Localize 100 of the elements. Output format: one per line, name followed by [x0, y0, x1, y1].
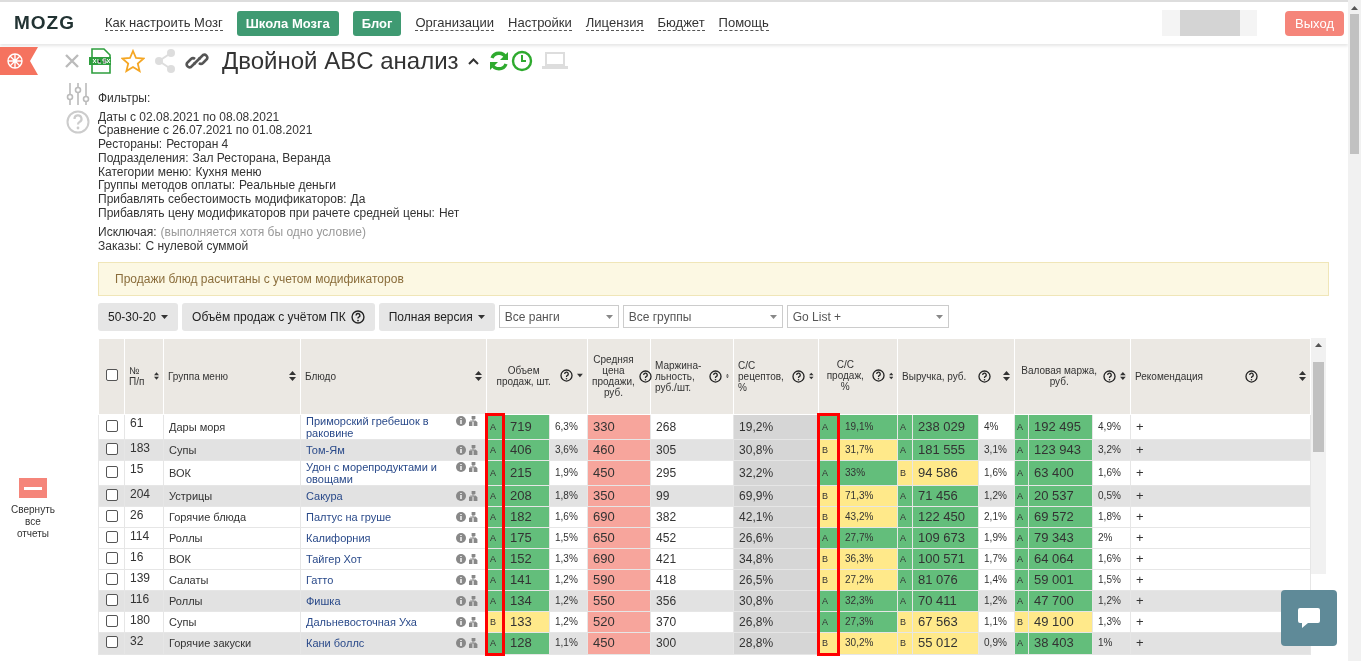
clock-icon[interactable] [510, 50, 533, 72]
column-header[interactable]: Объем продаж, шт. [486, 338, 588, 415]
hierarchy-icon[interactable] [469, 616, 480, 627]
dish-link[interactable]: Сакура [306, 489, 343, 502]
hierarchy-icon[interactable] [469, 553, 480, 564]
brain-tag-icon[interactable] [0, 47, 38, 75]
row-checkbox[interactable] [105, 442, 118, 455]
column-header[interactable]: Валовая маржа, руб. [1014, 338, 1131, 415]
dish-link[interactable]: Тайгер Хот [306, 552, 362, 565]
sort-icon[interactable] [475, 371, 482, 382]
collapse-button[interactable] [19, 478, 47, 498]
row-checkbox[interactable] [105, 572, 118, 585]
row-checkbox[interactable] [105, 551, 118, 564]
column-header[interactable]: С/С продаж, % [818, 338, 898, 415]
select-all-checkbox[interactable] [105, 369, 118, 382]
column-header[interactable]: Средняя цена продажи, руб. [587, 338, 651, 415]
scroll-thumb[interactable] [1350, 14, 1359, 154]
dish-link[interactable]: Гатто [306, 573, 334, 586]
hierarchy-icon[interactable] [469, 511, 480, 522]
margin-cell: 418 [650, 569, 734, 591]
help-icon[interactable] [871, 369, 885, 383]
help-icon[interactable] [350, 309, 365, 324]
row-checkbox[interactable] [105, 488, 118, 501]
select-field[interactable]: Go List + [786, 305, 949, 329]
sort-icon[interactable] [153, 371, 159, 382]
refresh-icon[interactable] [487, 50, 510, 72]
sort-descending-icon[interactable] [577, 373, 584, 379]
nav-link[interactable]: Организации [415, 15, 495, 31]
nav-link[interactable]: Бюджет [657, 15, 705, 31]
hierarchy-icon[interactable] [469, 574, 480, 585]
select-field[interactable]: Все ранги [498, 305, 619, 329]
row-checkbox[interactable] [105, 465, 118, 478]
help-icon[interactable] [978, 369, 992, 383]
hierarchy-icon[interactable] [469, 444, 480, 455]
column-header[interactable]: Группа меню [163, 338, 301, 415]
column-header[interactable]: Блюдо [300, 338, 487, 415]
hierarchy-icon[interactable] [469, 490, 480, 501]
sort-icon[interactable] [1120, 371, 1127, 382]
info-icon[interactable] [456, 511, 466, 522]
collapse-label[interactable]: Свернуть все отчеты [8, 504, 58, 540]
sort-icon[interactable] [809, 371, 815, 382]
scroll-up-icon[interactable] [1351, 6, 1358, 10]
help-icon[interactable] [792, 369, 806, 383]
hierarchy-icon[interactable] [469, 595, 480, 606]
collapse-caret-icon[interactable] [467, 57, 479, 65]
row-checkbox[interactable] [105, 530, 118, 543]
help-icon[interactable] [560, 369, 574, 383]
star-icon[interactable] [121, 49, 145, 73]
column-header[interactable]: Маржина-льность, руб./шт. [650, 338, 734, 415]
hierarchy-icon[interactable] [469, 415, 480, 426]
help-icon[interactable] [1103, 369, 1117, 383]
sort-icon[interactable] [888, 370, 894, 381]
hierarchy-icon[interactable] [469, 532, 480, 543]
dish-link[interactable]: Фишка [306, 594, 341, 607]
toggle-button[interactable]: Объём продаж с учётом ПК [182, 302, 375, 331]
sort-icon[interactable] [289, 371, 296, 382]
filter-sliders-icon[interactable] [66, 82, 90, 106]
help-icon[interactable] [638, 369, 652, 383]
info-icon[interactable] [456, 553, 466, 564]
logo[interactable]: MOZG [14, 12, 75, 34]
row-checkbox[interactable] [105, 509, 118, 522]
info-icon[interactable] [456, 595, 466, 606]
dropdown-button[interactable]: 50-30-20 [98, 302, 179, 331]
info-icon[interactable] [456, 532, 466, 543]
dish-link[interactable]: Кани боллс [306, 637, 365, 650]
row-checkbox[interactable] [105, 614, 118, 627]
info-icon[interactable] [456, 490, 466, 501]
row-checkbox[interactable] [105, 419, 118, 432]
info-icon[interactable] [456, 616, 466, 627]
nav-link[interactable]: Настройки [508, 15, 572, 31]
close-icon[interactable] [65, 54, 79, 68]
sort-icon[interactable] [1003, 371, 1011, 382]
column-header[interactable]: Выручка, руб. [897, 338, 1015, 415]
nav-link[interactable]: Помощь [718, 15, 769, 31]
help-icon[interactable] [1244, 369, 1258, 383]
page-scrollbar[interactable] [1348, 0, 1361, 661]
table-scrollbar[interactable] [1311, 337, 1327, 574]
info-icon[interactable] [456, 574, 466, 585]
nav-link[interactable]: Как настроить Мозг [105, 15, 223, 31]
xlsx-file-icon[interactable] [88, 48, 112, 74]
column-header[interactable]: № П/п [124, 338, 164, 415]
help-icon[interactable] [709, 369, 723, 383]
column-header[interactable]: Рекомендация [1130, 338, 1311, 415]
info-icon[interactable] [456, 638, 466, 649]
row-checkbox[interactable] [105, 593, 118, 606]
column-header[interactable]: С/С рецептов, % [733, 338, 819, 415]
dish-link[interactable]: Том-Ям [306, 443, 345, 456]
dropdown-button[interactable]: Полная версия [378, 302, 495, 331]
hierarchy-icon[interactable] [469, 638, 480, 649]
scroll-thumb[interactable] [1313, 361, 1325, 452]
nav-link[interactable]: Лицензия [585, 15, 644, 31]
info-icon[interactable] [456, 461, 466, 472]
sort-icon[interactable] [1299, 371, 1307, 382]
select-field[interactable]: Все группы [622, 305, 783, 329]
chat-button[interactable] [1281, 590, 1337, 646]
scroll-up-icon[interactable] [1315, 342, 1323, 347]
info-icon[interactable] [456, 444, 466, 455]
info-icon[interactable] [456, 415, 466, 426]
row-checkbox[interactable] [105, 636, 118, 649]
hierarchy-icon[interactable] [469, 461, 480, 472]
